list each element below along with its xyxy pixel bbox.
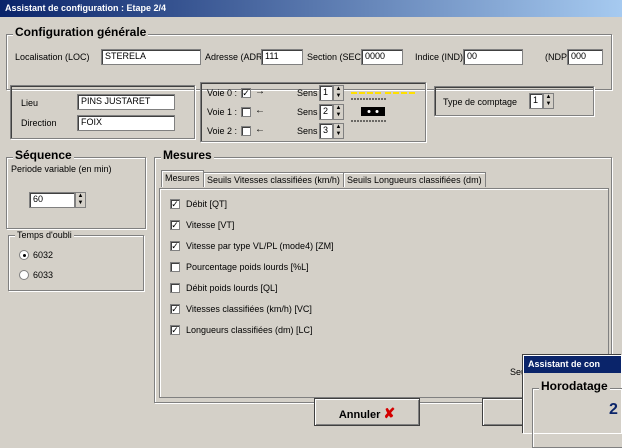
- mesure-label: Vitesses classifiées (km/h) [VC]: [186, 304, 312, 314]
- comptage-panel: Type de comptage 1 ▲ ▼: [434, 86, 594, 116]
- mesure-label: Débit poids lourds [QL]: [186, 283, 278, 293]
- mesure-label: Vitesse [VT]: [186, 220, 235, 230]
- mesure-label: Vitesse par type VL/PL (mode4) [ZM]: [186, 241, 334, 251]
- popup-title: Assistant de con: [524, 356, 621, 373]
- horodatage-legend: Horodatage: [539, 379, 610, 393]
- tab-seuils-vitesses[interactable]: Seuils Vitesses classifiées (km/h): [203, 172, 344, 187]
- period-field[interactable]: 60: [29, 192, 75, 208]
- sens2-label: Sens: [297, 126, 318, 136]
- window-title: Assistant de configuration : Etape 2/4: [0, 0, 622, 17]
- period-label: Periode variable (en min): [11, 164, 112, 174]
- ind-field[interactable]: 00: [463, 49, 523, 65]
- adr-label: Adresse (ADR): [205, 52, 266, 62]
- sequence-group: Séquence Periode variable (en min) 60 ▲ ▼: [6, 148, 146, 229]
- mesure-label: Pourcentage poids lourds [%L]: [186, 262, 309, 272]
- cancel-button[interactable]: Annuler ✘: [314, 398, 420, 426]
- mesure-checkbox[interactable]: [170, 283, 180, 293]
- sec-field[interactable]: 0000: [361, 49, 403, 65]
- direction-field[interactable]: FOIX: [77, 115, 175, 131]
- mesure-label: Longueurs classifiées (dm) [LC]: [186, 325, 313, 335]
- mesure-label: Débit [QT]: [186, 199, 228, 209]
- oubli-legend: Temps d'oubli: [15, 230, 74, 240]
- oubli-label-6033: 6033: [33, 270, 54, 280]
- voies-panel: Voie 0 : ✓ → Sens 1 ▲ ▼ Voie 1 : ← Sens 2…: [200, 82, 426, 142]
- voie1-arrow-icon: ←: [255, 105, 265, 116]
- sens1-label: Sens: [297, 107, 318, 117]
- loc-field[interactable]: STERELA: [101, 49, 201, 65]
- sens0-field[interactable]: 1: [319, 85, 333, 101]
- mesure-checkbox[interactable]: ✓: [170, 220, 180, 230]
- mesure-checkbox[interactable]: ✓: [170, 304, 180, 314]
- lieu-field[interactable]: PINS JUSTARET: [77, 94, 175, 110]
- site-panel: Lieu PINS JUSTARET Direction FOIX: [10, 85, 195, 139]
- mesure-checkbox[interactable]: [170, 262, 180, 272]
- voie2-checkbox[interactable]: [241, 126, 251, 136]
- wizard-window: Configuration générale Localisation (LOC…: [0, 17, 622, 448]
- voie2-arrow-icon: ←: [255, 124, 265, 135]
- config-legend: Configuration générale: [13, 25, 149, 39]
- comptage-label: Type de comptage: [443, 97, 518, 107]
- ndp-field[interactable]: 000: [567, 49, 603, 65]
- oubli-radio-6032[interactable]: [19, 250, 29, 260]
- mesure-checkbox[interactable]: ✓: [170, 241, 180, 251]
- voie0-arrow-icon: →: [255, 86, 265, 97]
- popup-digit: 2: [609, 401, 618, 418]
- direction-label: Direction: [21, 118, 57, 128]
- mesures-tabstrip: Mesures Seuils Vitesses classifiées (km/…: [161, 170, 601, 188]
- mesure-checkbox[interactable]: ✓: [170, 325, 180, 335]
- tab-mesures[interactable]: Mesures: [161, 170, 204, 187]
- mesure-checkbox[interactable]: ✓: [170, 199, 180, 209]
- road-lanes-icon: [351, 92, 415, 122]
- sens0-label: Sens: [297, 88, 318, 98]
- adr-field[interactable]: 111: [261, 49, 303, 65]
- voie0-checkbox[interactable]: ✓: [241, 88, 251, 98]
- oubli-radio-6033[interactable]: [19, 270, 29, 280]
- cancel-label: Annuler: [338, 409, 381, 421]
- popup-window[interactable]: Assistant de con Horodatage 2: [523, 355, 622, 448]
- cancel-x-icon: ✘: [383, 405, 396, 421]
- voie2-label: Voie 2 :: [207, 126, 238, 136]
- sequence-legend: Séquence: [13, 148, 74, 162]
- oubli-label-6032: 6032: [33, 250, 54, 260]
- voie1-checkbox[interactable]: [241, 107, 251, 117]
- lieu-label: Lieu: [21, 98, 39, 108]
- sens2-field[interactable]: 3: [319, 123, 333, 139]
- ind-label: Indice (IND): [415, 52, 464, 62]
- tab-seuils-longueurs[interactable]: Seuils Longueurs classifiées (dm): [343, 172, 486, 187]
- sens1-field[interactable]: 2: [319, 104, 333, 120]
- sec-label: Section (SEC): [307, 52, 365, 62]
- sens1-spinner[interactable]: ▲ ▼: [333, 104, 344, 120]
- voie1-label: Voie 1 :: [207, 107, 238, 117]
- oubli-group: Temps d'oubli 6032 6033: [8, 230, 144, 291]
- loc-label: Localisation (LOC): [15, 52, 90, 62]
- comptage-spinner[interactable]: ▲ ▼: [543, 93, 554, 109]
- mesures-legend: Mesures: [161, 148, 214, 162]
- sens0-spinner[interactable]: ▲ ▼: [333, 85, 344, 101]
- sens2-spinner[interactable]: ▲ ▼: [333, 123, 344, 139]
- horodatage-group: Horodatage 2: [532, 379, 622, 448]
- period-spinner[interactable]: ▲ ▼: [75, 192, 86, 208]
- voie0-label: Voie 0 :: [207, 88, 238, 98]
- comptage-field[interactable]: 1: [529, 93, 543, 109]
